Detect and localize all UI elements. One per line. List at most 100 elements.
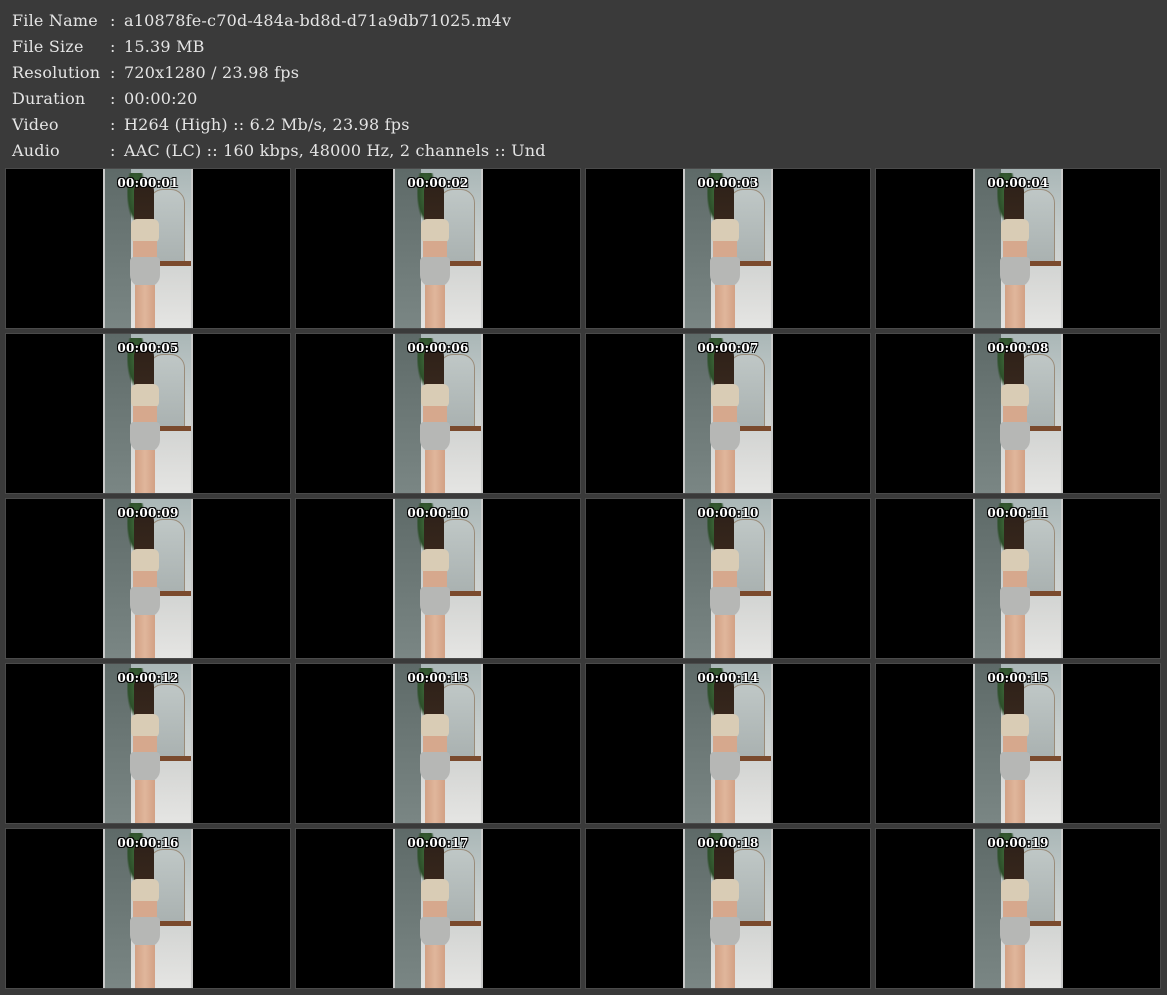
info-separator: : (110, 36, 116, 56)
figure-shorts (1000, 587, 1030, 617)
thumbnail-timestamp: 00:00:15 (987, 671, 1049, 685)
thumbnail-image (103, 499, 193, 658)
figure-legs (425, 945, 445, 988)
figure-shorts (710, 257, 740, 287)
thumbnail-image (973, 169, 1063, 328)
info-label: Video (12, 114, 59, 134)
info-separator: : (110, 114, 116, 134)
person-figure (419, 841, 453, 988)
thumbnail-image (393, 169, 483, 328)
thumbnail-timestamp: 00:00:06 (407, 341, 469, 355)
person-figure (129, 346, 163, 493)
thumbnail-timestamp: 00:00:16 (117, 836, 179, 850)
figure-top (711, 714, 739, 738)
info-value-file-size: 15.39 MB (124, 36, 205, 56)
person-figure (129, 181, 163, 328)
thumbnail-cell: 00:00:16 (5, 828, 291, 989)
thumbnail-cell: 00:00:18 (585, 828, 871, 989)
info-label: Duration (12, 88, 86, 108)
figure-legs (715, 285, 735, 328)
thumbnail-timestamp: 00:00:19 (987, 836, 1049, 850)
person-figure (419, 346, 453, 493)
figure-legs (135, 780, 155, 823)
thumbnail-timestamp: 00:00:05 (117, 341, 179, 355)
info-label: Audio (12, 140, 60, 160)
figure-shorts (1000, 752, 1030, 782)
thumbnail-cell: 00:00:17 (295, 828, 581, 989)
info-value-resolution: 720x1280 / 23.98 fps (124, 62, 300, 82)
person-figure (999, 676, 1033, 823)
thumbnail-cell: 00:00:06 (295, 333, 581, 494)
figure-top (421, 219, 449, 243)
thumbnail-cell: 00:00:08 (875, 333, 1161, 494)
thumbnail-cell: 00:00:04 (875, 168, 1161, 329)
info-row-file-size: File Size : 15.39 MB (12, 33, 1152, 59)
thumbnail-cell: 00:00:14 (585, 663, 871, 824)
figure-top (421, 714, 449, 738)
person-figure (999, 346, 1033, 493)
figure-legs (425, 615, 445, 658)
thumbnail-image (683, 334, 773, 493)
figure-top (711, 879, 739, 903)
info-label: File Name (12, 10, 98, 30)
thumbnail-image (973, 664, 1063, 823)
thumbnail-image (683, 664, 773, 823)
info-row-video: Video : H264 (High) :: 6.2 Mb/s, 23.98 f… (12, 111, 1152, 137)
thumbnail-timestamp: 00:00:03 (697, 176, 759, 190)
figure-top (131, 714, 159, 738)
info-label: Resolution (12, 62, 101, 82)
thumbnail-image (393, 829, 483, 988)
figure-shorts (420, 422, 450, 452)
figure-legs (425, 780, 445, 823)
thumbnail-image (683, 499, 773, 658)
person-figure (709, 511, 743, 658)
figure-shorts (710, 917, 740, 947)
figure-top (421, 549, 449, 573)
info-row-audio: Audio : AAC (LC) :: 160 kbps, 48000 Hz, … (12, 137, 1152, 163)
figure-legs (135, 945, 155, 988)
person-figure (709, 841, 743, 988)
thumbnail-cell: 00:00:10 (295, 498, 581, 659)
figure-legs (1005, 450, 1025, 493)
thumbnail-timestamp: 00:00:04 (987, 176, 1049, 190)
thumbnail-timestamp: 00:00:10 (697, 506, 759, 520)
thumbnail-cell: 00:00:09 (5, 498, 291, 659)
info-row-duration: Duration : 00:00:20 (12, 85, 1152, 111)
thumbnail-timestamp: 00:00:09 (117, 506, 179, 520)
figure-shorts (420, 257, 450, 287)
figure-legs (135, 450, 155, 493)
figure-legs (425, 450, 445, 493)
info-value-duration: 00:00:20 (124, 88, 198, 108)
figure-shorts (710, 752, 740, 782)
figure-shorts (130, 917, 160, 947)
info-separator: : (110, 140, 116, 160)
thumbnail-cell: 00:00:12 (5, 663, 291, 824)
figure-legs (1005, 945, 1025, 988)
thumbnail-cell: 00:00:19 (875, 828, 1161, 989)
thumbnail-cell: 00:00:05 (5, 333, 291, 494)
thumbnail-timestamp: 00:00:02 (407, 176, 469, 190)
figure-shorts (130, 257, 160, 287)
thumbnail-timestamp: 00:00:14 (697, 671, 759, 685)
person-figure (709, 181, 743, 328)
info-row-file-name: File Name : a10878fe-c70d-484a-bd8d-d71a… (12, 7, 1152, 33)
figure-top (1001, 879, 1029, 903)
thumbnail-image (393, 499, 483, 658)
person-figure (999, 181, 1033, 328)
thumbnail-image (973, 499, 1063, 658)
figure-top (1001, 549, 1029, 573)
thumbnail-image (393, 664, 483, 823)
person-figure (129, 676, 163, 823)
figure-legs (715, 615, 735, 658)
figure-top (711, 219, 739, 243)
thumbnail-image (103, 829, 193, 988)
figure-shorts (710, 587, 740, 617)
figure-top (421, 384, 449, 408)
info-separator: : (110, 10, 116, 30)
media-info-panel: File Name : a10878fe-c70d-484a-bd8d-d71a… (12, 7, 1152, 163)
thumbnail-timestamp: 00:00:12 (117, 671, 179, 685)
figure-top (131, 384, 159, 408)
thumbnail-cell: 00:00:11 (875, 498, 1161, 659)
figure-legs (135, 285, 155, 328)
thumbnail-image (973, 829, 1063, 988)
